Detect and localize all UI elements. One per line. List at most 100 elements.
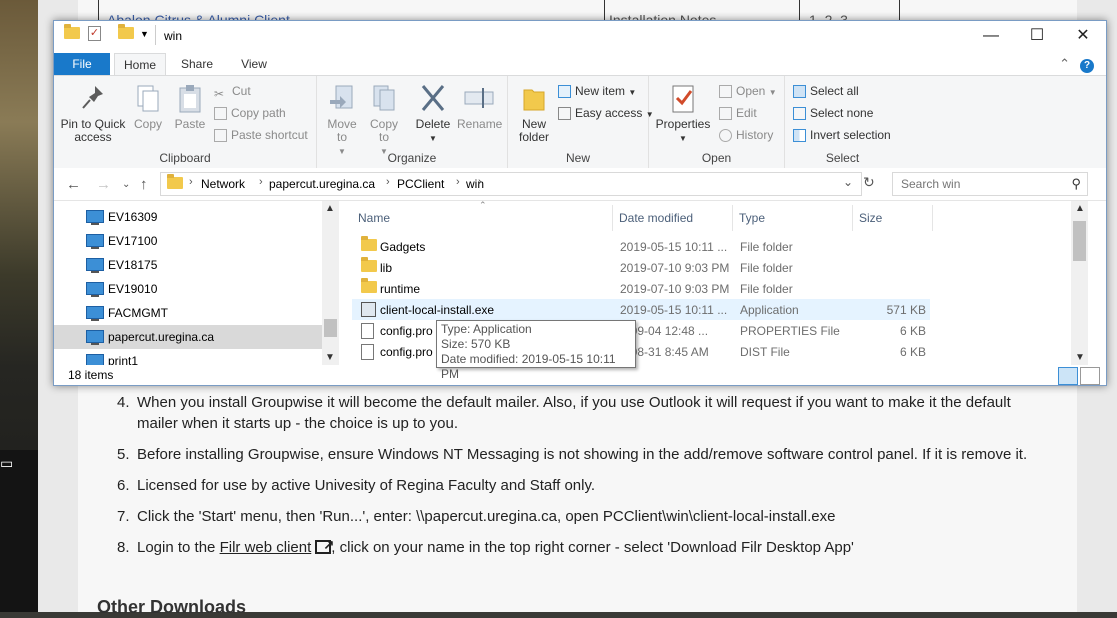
table-row[interactable]: lib 2019-07-10 9:03 PM File folder: [352, 257, 930, 278]
sidebar-item-ev19010[interactable]: EV19010: [54, 277, 322, 301]
sidebar-item-ev16309[interactable]: EV16309: [54, 205, 322, 229]
forward-arrow-icon[interactable]: →: [96, 176, 111, 193]
properties-quick-icon[interactable]: ✓: [88, 26, 101, 41]
chevron-right-icon[interactable]: ›: [386, 176, 390, 188]
step-text: Before installing Groupwise, ensure Wind…: [137, 446, 1028, 463]
easy-access-label: Easy access: [575, 106, 643, 120]
properties-label: Properties: [655, 117, 711, 131]
search-input[interactable]: [899, 176, 1063, 192]
column-divider[interactable]: [932, 205, 933, 231]
address-bar[interactable]: › Network › papercut.uregina.ca › PCClie…: [160, 172, 862, 196]
column-divider[interactable]: [612, 205, 613, 231]
copy-button[interactable]: Copy: [130, 82, 166, 131]
pin-to-quick-access-button[interactable]: Pin to Quick access: [60, 82, 126, 144]
collapse-ribbon-icon[interactable]: ⌃: [1059, 56, 1070, 71]
scrollbar-thumb[interactable]: [324, 319, 337, 337]
table-row[interactable]: Gadgets 2019-05-15 10:11 ... File folder: [352, 236, 930, 257]
delete-label: Delete: [415, 117, 451, 131]
sidebar-item-print1[interactable]: print1: [54, 349, 322, 365]
chevron-right-icon[interactable]: ›: [456, 176, 460, 188]
sidebar-item-ev18175[interactable]: EV18175: [54, 253, 322, 277]
tab-file[interactable]: File: [54, 53, 110, 75]
step-number: 6.: [117, 477, 130, 494]
new-item-button[interactable]: New item ▼: [558, 84, 636, 98]
breadcrumb-pcclient[interactable]: PCClient: [397, 177, 444, 191]
breadcrumb-network[interactable]: Network: [201, 177, 245, 191]
column-header-name[interactable]: Name: [358, 211, 390, 225]
close-button[interactable]: ✕: [1060, 21, 1106, 51]
column-header-date[interactable]: Date modified: [619, 211, 693, 225]
background-table: Abalon Citrus & Alumni Client Installati…: [98, 0, 900, 28]
move-to-button[interactable]: Move to ▼: [323, 82, 361, 158]
paste-button[interactable]: Paste: [170, 82, 210, 131]
new-folder-button[interactable]: New folder: [512, 82, 556, 144]
paste-shortcut-button[interactable]: Paste shortcut: [214, 128, 308, 142]
chevron-right-icon[interactable]: ›: [478, 176, 482, 188]
column-header-type[interactable]: Type: [739, 211, 765, 225]
external-link-icon: [315, 534, 334, 555]
tooltip-type: Type: Application: [441, 322, 532, 336]
sidebar-item-papercut[interactable]: papercut.uregina.ca: [54, 325, 322, 349]
filr-web-client-link[interactable]: Filr web client: [220, 539, 312, 556]
select-all-button[interactable]: Select all: [793, 84, 859, 98]
tab-view[interactable]: View: [229, 53, 279, 75]
maximize-button[interactable]: ☐: [1014, 21, 1060, 51]
copy-path-icon: [214, 107, 227, 120]
computer-icon: [86, 210, 104, 225]
history-button[interactable]: History: [719, 128, 773, 142]
tab-home[interactable]: Home: [114, 53, 166, 76]
help-icon[interactable]: ?: [1080, 59, 1094, 73]
search-icon[interactable]: ⚲: [1071, 176, 1081, 192]
scroll-up-icon[interactable]: ▲: [325, 203, 335, 214]
scroll-down-icon[interactable]: ▼: [325, 352, 335, 363]
title-bar[interactable]: ✓ ▼ win — ☐ ✕: [54, 21, 1106, 51]
sidebar-item-ev17100[interactable]: EV17100: [54, 229, 322, 253]
open-button[interactable]: Open ▼: [719, 84, 777, 98]
large-icons-view-icon[interactable]: [1080, 367, 1100, 385]
up-arrow-icon[interactable]: ↑: [140, 176, 148, 193]
cut-button[interactable]: ✂ Cut: [214, 84, 251, 101]
properties-button[interactable]: Properties ▼: [653, 82, 713, 145]
rename-button[interactable]: Rename: [457, 82, 503, 131]
rename-label: Rename: [457, 117, 503, 131]
computer-icon: [86, 330, 104, 345]
file-list-scrollbar[interactable]: ▲ ▼: [1071, 201, 1088, 365]
step-text-post: , click on your name in the top right co…: [331, 539, 854, 556]
sidebar-item-facmgmt[interactable]: FACMGMT: [54, 301, 322, 325]
invert-selection-button[interactable]: Invert selection: [793, 128, 891, 142]
back-arrow-icon[interactable]: ←: [66, 176, 81, 193]
scroll-up-icon[interactable]: ▲: [1075, 203, 1085, 214]
chevron-right-icon[interactable]: ›: [259, 176, 263, 188]
recent-locations-chevron-icon[interactable]: ⌄: [122, 179, 130, 190]
tab-share[interactable]: Share: [172, 53, 222, 75]
search-box[interactable]: ⚲: [892, 172, 1088, 196]
column-divider[interactable]: [852, 205, 853, 231]
edit-button[interactable]: Edit: [719, 106, 757, 120]
scroll-down-icon[interactable]: ▼: [1075, 352, 1085, 363]
refresh-icon[interactable]: ↻: [863, 174, 875, 191]
column-header-size[interactable]: Size: [859, 211, 882, 225]
scrollbar-thumb[interactable]: [1073, 221, 1086, 261]
column-divider[interactable]: [732, 205, 733, 231]
open-label: Open: [736, 84, 766, 98]
easy-access-button[interactable]: Easy access ▼: [558, 106, 654, 120]
nav-scrollbar[interactable]: ▲ ▼: [322, 201, 339, 365]
dropdown-icon: ▼: [768, 88, 777, 97]
copy-to-button[interactable]: Copy to ▼: [365, 82, 403, 158]
table-divider: [604, 0, 605, 20]
file-date: 2019-07-10 9:03 PM: [620, 282, 730, 296]
new-folder-quick-icon[interactable]: [118, 24, 134, 45]
notification-icon[interactable]: ▭: [0, 455, 13, 475]
table-row[interactable]: runtime 2019-07-10 9:03 PM File folder: [352, 278, 930, 299]
edit-icon: [719, 107, 732, 120]
copy-path-button[interactable]: Copy path: [214, 106, 286, 120]
minimize-button[interactable]: —: [968, 21, 1014, 51]
table-row[interactable]: client-local-install.exe 2019-05-15 10:1…: [352, 299, 930, 320]
address-dropdown-icon[interactable]: ⌄: [843, 175, 853, 189]
details-view-icon[interactable]: [1058, 367, 1078, 385]
select-none-button[interactable]: Select none: [793, 106, 873, 120]
chevron-right-icon[interactable]: ›: [189, 176, 193, 188]
delete-button[interactable]: Delete ▼: [413, 82, 453, 145]
customize-toolbar-icon[interactable]: ▼: [140, 29, 149, 47]
breadcrumb-server[interactable]: papercut.uregina.ca: [269, 177, 375, 191]
